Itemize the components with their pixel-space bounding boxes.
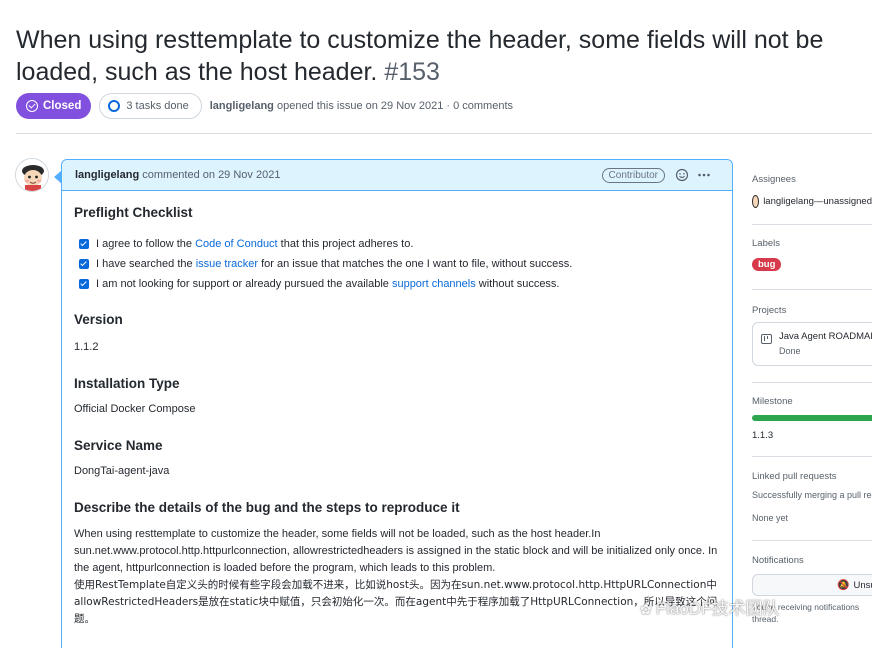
milestone-heading[interactable]: Milestone <box>752 396 872 407</box>
issue-title: When using resttemplate to customize the… <box>16 24 866 88</box>
notifications-section: Notifications <box>752 555 872 566</box>
checklist-item: I agree to follow the Code of Conduct th… <box>74 234 720 254</box>
kebab-icon[interactable] <box>697 168 711 182</box>
check-text: without success. <box>475 278 560 290</box>
comment-author-link[interactable]: langligelang <box>75 169 139 181</box>
linked-pr-section: Linked pull requests Successfully mergin… <box>752 471 872 523</box>
assignees-heading[interactable]: Assignees <box>752 174 872 185</box>
preflight-heading: Preflight Checklist <box>74 205 193 220</box>
tasks-label: 3 tasks done <box>126 100 189 112</box>
header-divider <box>16 133 872 134</box>
comment-action[interactable]: commented on 29 Nov 2021 <box>142 169 280 181</box>
support-channels-link[interactable]: support channels <box>392 278 476 290</box>
service-heading: Service Name <box>74 438 163 453</box>
milestone-name[interactable]: 1.1.3 <box>752 430 872 441</box>
install-value: Official Docker Compose <box>74 403 196 415</box>
linked-pr-text: Successfully merging a pull request <box>752 490 872 500</box>
project-status: Done <box>779 346 801 356</box>
state-label: Closed <box>43 100 82 112</box>
milestone-section: Milestone 1.1.3 <box>752 396 872 441</box>
assignee-name[interactable]: langligelang—unassigned <box>763 196 872 207</box>
bug-description-en: When using resttemplate to customize the… <box>74 528 718 574</box>
sidebar-divider <box>752 224 872 225</box>
issue-tracker-link[interactable]: issue tracker <box>196 258 258 270</box>
linked-pr-none: None yet <box>752 513 789 523</box>
labels-heading[interactable]: Labels <box>752 238 872 249</box>
install-heading: Installation Type <box>74 376 180 391</box>
state-badge: Closed <box>16 93 92 119</box>
issue-meta-suffix: opened this issue on 29 Nov 2021 · 0 com… <box>276 100 513 112</box>
avatar-image <box>16 159 48 191</box>
project-name[interactable]: Java Agent ROADMAP <box>779 331 872 342</box>
sidebar-divider <box>752 382 872 383</box>
bug-description-zh: 使用RestTemplate自定义头的时候有些字段会加载不进来，比如说host头… <box>74 579 718 625</box>
version-heading: Version <box>74 312 123 327</box>
checkbox-checked <box>79 259 89 269</box>
checklist-item: I am not looking for support or already … <box>74 274 720 294</box>
check-text: for an issue that matches the one I want… <box>258 258 573 270</box>
assignees-section: Assignees langligelang—unassigned <box>752 174 872 208</box>
projects-heading[interactable]: Projects <box>752 305 872 316</box>
issue-meta: Closed 3 tasks done langligelang opened … <box>16 93 513 119</box>
notifications-heading: Notifications <box>752 555 804 566</box>
version-value: 1.1.2 <box>74 341 99 353</box>
avatar[interactable] <box>15 158 49 192</box>
watermark: ✿ FlaoDF技术团队 <box>640 594 779 619</box>
checkbox-checked <box>79 279 89 289</box>
progress-ring-icon <box>108 100 121 112</box>
comment-box: langligelang commented on 29 Nov 2021 Co… <box>54 159 733 648</box>
check-text: I have searched the <box>96 258 196 270</box>
sidebar-divider <box>752 540 872 541</box>
linked-pr-heading: Linked pull requests <box>752 471 837 482</box>
sidebar-divider <box>752 289 872 290</box>
service-value: DongTai-agent-java <box>74 465 170 477</box>
checklist-item: I have searched the issue tracker for an… <box>74 254 720 274</box>
projects-section: Projects <box>752 305 872 316</box>
closed-check-icon <box>26 100 38 112</box>
milestone-progress-bar <box>752 415 872 421</box>
comment-body: Preflight Checklist I agree to follow th… <box>62 191 732 628</box>
smiley-icon[interactable] <box>675 168 689 182</box>
bell-slash-icon: 🔕 <box>837 579 850 591</box>
assignee-avatar <box>752 195 760 208</box>
check-text: I agree to follow the <box>96 238 196 250</box>
checkbox-checked <box>79 239 89 249</box>
sidebar-divider <box>752 456 872 457</box>
project-card[interactable]: Java Agent ROADMAP Done <box>752 322 872 368</box>
project-board-icon <box>761 334 772 344</box>
issue-number: #153 <box>384 58 440 86</box>
wechat-icon: ✿ <box>640 601 652 617</box>
issue-meta-text: langligelang opened this issue on 29 Nov… <box>210 100 513 112</box>
bug-heading: Describe the details of the bug and the … <box>74 500 460 515</box>
labels-section: Labels bug <box>752 238 872 271</box>
bug-label[interactable]: bug <box>752 258 782 271</box>
check-text: that this project adheres to. <box>277 238 414 250</box>
code-of-conduct-link[interactable]: Code of Conduct <box>195 238 278 250</box>
watermark-text: FlaoDF技术团队 <box>655 599 780 618</box>
comment-header: langligelang commented on 29 Nov 2021 Co… <box>62 160 732 191</box>
unsubscribe-label: Unsubscribe <box>853 579 872 591</box>
check-text: I am not looking for support or already … <box>96 278 392 290</box>
tasks-badge[interactable]: 3 tasks done <box>99 93 202 119</box>
contributor-badge: Contributor <box>601 167 665 183</box>
issue-author-link[interactable]: langligelang <box>210 100 274 112</box>
